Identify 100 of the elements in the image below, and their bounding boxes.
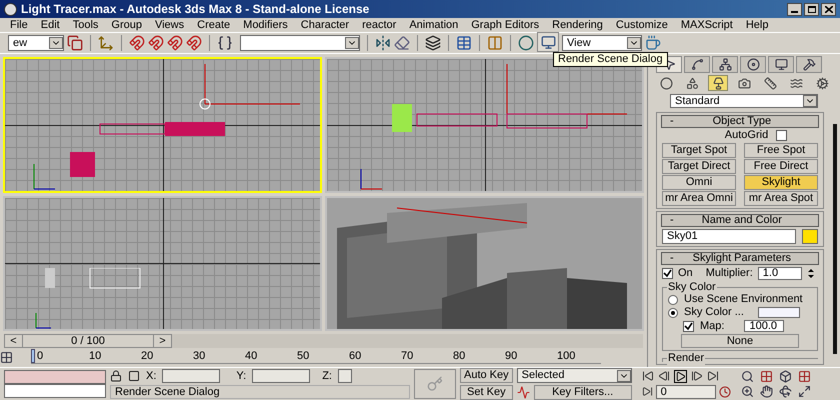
checkbox[interactable] <box>683 320 694 332</box>
menu-item[interactable]: MAXScript <box>680 18 733 32</box>
menu-item[interactable]: Create <box>197 18 230 32</box>
time-slider-track[interactable]: < 0 / 100 > <box>4 334 643 348</box>
radio-button[interactable] <box>668 308 678 318</box>
render-scene-button[interactable] <box>537 32 559 52</box>
key-mode-dropdown[interactable]: Selected <box>516 368 632 383</box>
object-name-field[interactable]: Sky01 <box>662 229 796 244</box>
next-frame-icon[interactable] <box>690 370 703 382</box>
monitor-icon[interactable] <box>774 58 788 71</box>
spinner-snap-magnet-icon[interactable] <box>186 35 202 51</box>
go-to-start-icon[interactable] <box>642 370 654 382</box>
next-frame-button[interactable]: > <box>153 334 171 348</box>
command-panel-tab[interactable] <box>796 56 822 73</box>
menu-item[interactable]: Help <box>746 18 768 32</box>
checkbox[interactable] <box>662 268 673 279</box>
sphere-icon[interactable] <box>660 76 672 90</box>
curve-icon[interactable] <box>690 58 704 71</box>
rollout-header[interactable]: - Object Type <box>661 115 819 128</box>
go-to-end-icon[interactable] <box>706 370 719 382</box>
monitor-icon[interactable] <box>540 34 556 50</box>
menu-item[interactable]: reactor <box>362 18 396 32</box>
time-slider[interactable]: < 0 / 100 > <box>4 334 172 348</box>
sky-color-swatch[interactable] <box>758 307 800 318</box>
selection-filter-dropdown[interactable]: ew <box>8 35 64 51</box>
auto-key-button[interactable]: Auto Key <box>460 368 513 383</box>
color-swatch[interactable] <box>802 229 818 244</box>
menu-item[interactable]: File <box>10 18 28 32</box>
light-type-button[interactable]: Free Spot <box>744 143 818 158</box>
current-frame-field[interactable]: 0 <box>656 384 716 398</box>
curve-icon[interactable] <box>516 386 530 399</box>
menu-item[interactable]: Modifiers <box>243 18 288 32</box>
y-field[interactable] <box>252 369 310 383</box>
menu-item[interactable]: Character <box>300 18 350 32</box>
menu-item[interactable]: Customize <box>616 18 668 32</box>
pan-hand-icon[interactable] <box>760 385 773 398</box>
camera-icon[interactable] <box>738 76 750 90</box>
snap-magnet-icon[interactable] <box>129 35 145 51</box>
ruler-icon[interactable] <box>764 76 776 90</box>
menu-item[interactable]: Rendering <box>552 18 603 32</box>
listener-output-field[interactable] <box>4 370 106 384</box>
command-panel-tab[interactable] <box>712 56 738 73</box>
light-type-button[interactable]: Target Direct <box>662 159 736 174</box>
layers-icon[interactable] <box>425 35 441 51</box>
disc-icon[interactable] <box>746 58 760 71</box>
spinner-icon[interactable] <box>806 268 815 279</box>
mirror-icon[interactable] <box>375 35 391 51</box>
angle-snap-magnet-icon[interactable] <box>148 35 164 51</box>
key-filters-button[interactable]: Key Filters... <box>534 385 632 400</box>
maximize-viewport-icon[interactable] <box>798 385 811 398</box>
menu-item[interactable]: Views <box>154 18 184 32</box>
teapot-icon[interactable] <box>645 35 661 51</box>
shapes-icon[interactable] <box>686 76 698 90</box>
menu-item[interactable]: Animation <box>409 18 458 32</box>
render-type-dropdown[interactable]: View <box>562 35 642 51</box>
waves-icon[interactable] <box>790 76 802 90</box>
zoom-icon[interactable] <box>740 370 754 383</box>
menu-item[interactable]: Tools <box>72 18 98 32</box>
previous-frame-button[interactable]: < <box>5 334 23 348</box>
checkbox[interactable] <box>776 130 788 141</box>
light-type-button[interactable]: mr Area Omni <box>662 191 736 206</box>
orbit-icon[interactable] <box>778 385 792 398</box>
light-type-button[interactable]: Free Direct <box>744 159 818 174</box>
command-panel-tab[interactable] <box>684 56 710 73</box>
hierarchy-icon[interactable] <box>718 58 732 71</box>
minimize-button[interactable] <box>787 2 802 16</box>
close-button[interactable] <box>821 2 836 16</box>
braces-icon[interactable] <box>217 35 233 51</box>
eraser-icon[interactable] <box>394 35 410 51</box>
maximize-button[interactable] <box>804 2 819 16</box>
lamp-icon[interactable] <box>712 76 724 90</box>
set-key-button[interactable]: Set Key <box>460 385 513 400</box>
lock-icon[interactable] <box>110 370 122 382</box>
previous-frame-icon[interactable] <box>658 370 670 382</box>
scroll-bar[interactable] <box>833 124 837 354</box>
named-selection-field[interactable] <box>240 35 360 51</box>
menu-item[interactable]: Group <box>111 18 142 32</box>
rollout-header[interactable]: - Skylight Parameters <box>661 252 819 265</box>
zoom-region-icon[interactable] <box>740 385 754 398</box>
light-type-button[interactable]: mr Area Spot <box>744 191 818 206</box>
spreadsheet-icon[interactable] <box>456 35 472 51</box>
hammer-icon[interactable] <box>802 58 816 71</box>
rollout-header[interactable]: - Name and Color <box>661 214 819 227</box>
radio-button[interactable] <box>668 294 678 304</box>
cog-icon[interactable] <box>816 76 828 90</box>
category-button[interactable] <box>708 75 728 91</box>
map-amount-field[interactable]: 100.0 <box>744 320 784 332</box>
light-type-button[interactable]: Omni <box>662 175 736 190</box>
multiplier-field[interactable]: 1.0 <box>758 267 802 280</box>
x-field[interactable] <box>162 369 220 383</box>
light-type-button[interactable]: Target Spot <box>662 143 736 158</box>
command-panel-tab[interactable] <box>740 56 766 73</box>
map-button[interactable]: None <box>681 334 799 348</box>
track-bar-ruler[interactable]: 0 10 20 30 40 50 60 70 80 90 100 <box>31 349 601 364</box>
listener-input-field[interactable] <box>4 384 106 398</box>
light-type-button[interactable]: Skylight <box>744 175 818 190</box>
menu-item[interactable]: Edit <box>40 18 60 32</box>
command-panel-tab[interactable] <box>768 56 794 73</box>
type-dropdown[interactable]: Standard <box>670 94 818 108</box>
menu-item[interactable]: Graph Editors <box>471 18 540 32</box>
